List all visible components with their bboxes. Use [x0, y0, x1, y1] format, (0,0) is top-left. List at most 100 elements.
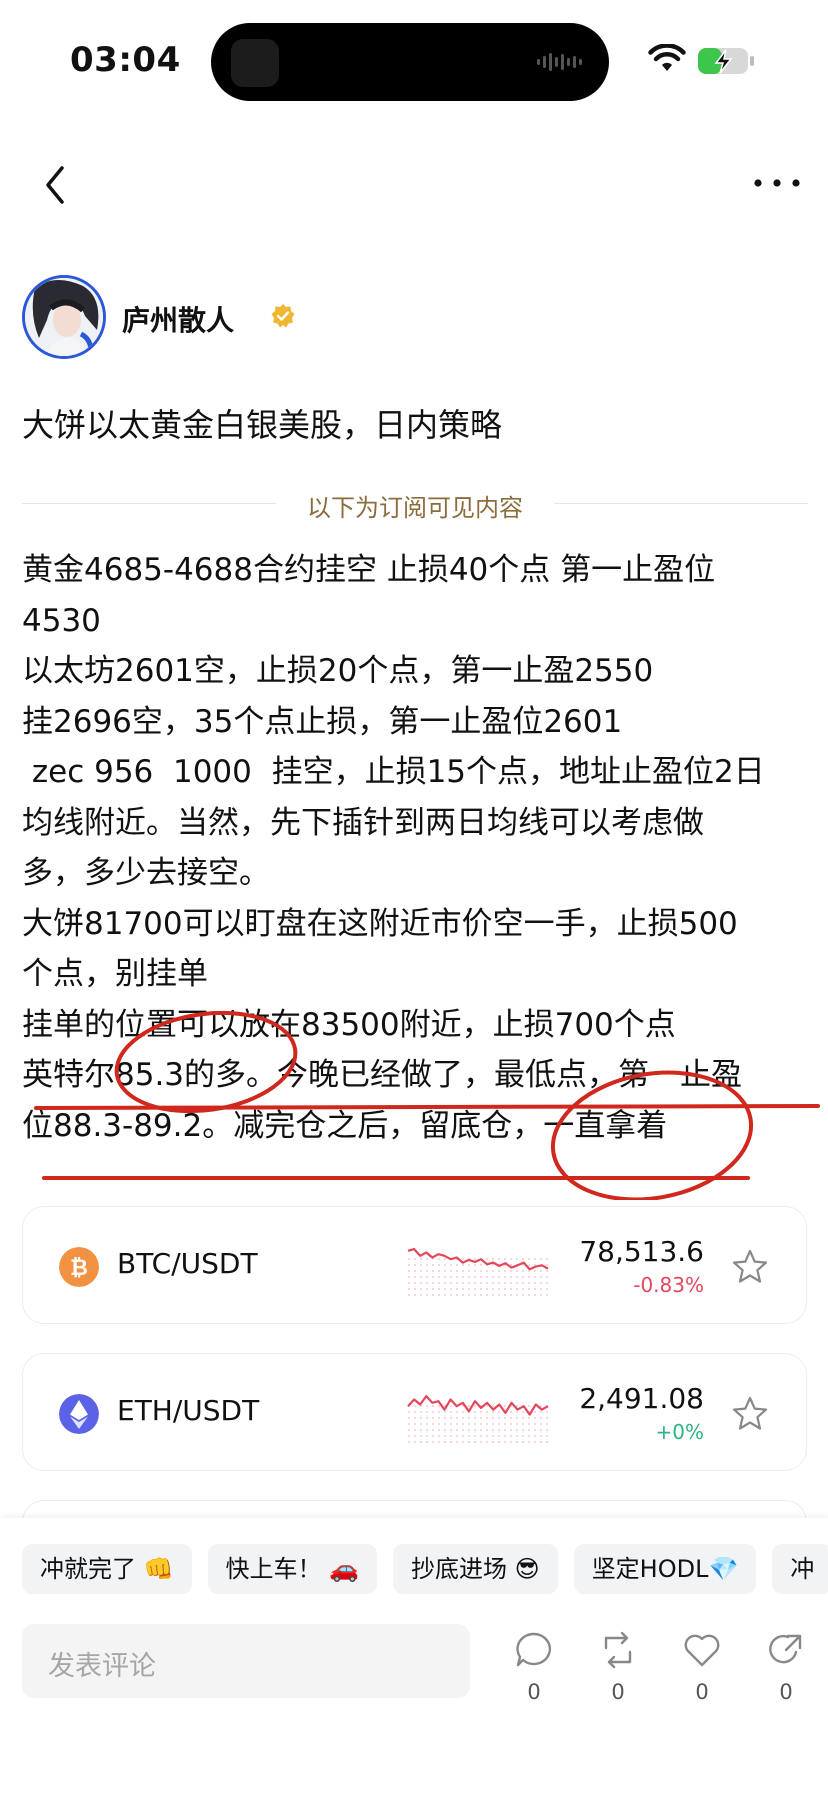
sparkline-dot: [510, 1441, 512, 1443]
sparkline-dot: [480, 1264, 482, 1266]
sparkline-dot: [468, 1441, 470, 1443]
sparkline-dot: [546, 1264, 548, 1266]
sparkline-dot: [522, 1441, 524, 1443]
sparkline-dot: [522, 1258, 524, 1260]
sparkline-dot: [474, 1294, 476, 1296]
sparkline-dot: [474, 1423, 476, 1425]
sparkline-dot: [438, 1417, 440, 1419]
quick-reply-chip[interactable]: 冲: [772, 1544, 828, 1594]
sparkline-dot: [468, 1282, 470, 1284]
sparkline-dot: [408, 1288, 410, 1290]
author-name[interactable]: 庐州散人: [122, 299, 234, 339]
dynamic-island: [211, 23, 609, 101]
sparkline-dot: [438, 1258, 440, 1260]
sparkline-dot: [498, 1429, 500, 1431]
sparkline-dot: [444, 1258, 446, 1260]
more-options-icon[interactable]: [752, 168, 802, 198]
sparkline-path: [407, 1395, 549, 1416]
sparkline-dot: [456, 1276, 458, 1278]
sparkline-dot: [510, 1276, 512, 1278]
sparkline-dot: [456, 1441, 458, 1443]
sparkline-dot: [486, 1276, 488, 1278]
sparkline-dot: [516, 1288, 518, 1290]
sparkline-dot: [504, 1282, 506, 1284]
sparkline-dot: [534, 1435, 536, 1437]
ticker-card-btc[interactable]: ₿ BTC/USDT 78,513.6 -0.83%: [22, 1206, 807, 1324]
avatar[interactable]: [22, 275, 106, 359]
sparkline-dot: [510, 1270, 512, 1272]
sparkline-dot: [492, 1429, 494, 1431]
bottom-bar: 冲就完了 👊 快上车！ 🚗 抄底进场 😎 坚定HODL💎 冲 发表评论 0 0 0 0: [0, 1518, 828, 1798]
ethereum-icon: [59, 1394, 99, 1434]
sparkline-dot: [522, 1270, 524, 1272]
quick-reply-chip[interactable]: 冲就完了 👊: [22, 1544, 192, 1594]
sparkline-dot: [414, 1294, 416, 1296]
author-row[interactable]: 庐州散人: [22, 275, 522, 361]
bitcoin-icon: ₿: [59, 1247, 99, 1287]
sparkline-dot: [480, 1417, 482, 1419]
comment-input[interactable]: 发表评论: [22, 1624, 470, 1698]
sparkline-dot: [540, 1282, 542, 1284]
quick-reply-chip[interactable]: 抄底进场 😎: [393, 1544, 558, 1594]
sparkline-dot: [408, 1429, 410, 1431]
sparkline-dot: [420, 1276, 422, 1278]
sparkline-dot: [504, 1258, 506, 1260]
sparkline-dot: [408, 1258, 410, 1260]
sparkline-dot: [474, 1264, 476, 1266]
repost-count: 0: [611, 1680, 625, 1704]
sparkline-dot: [420, 1423, 422, 1425]
sparkline-dot: [474, 1417, 476, 1419]
sparkline-dot: [426, 1288, 428, 1290]
sparkline-dot: [426, 1264, 428, 1266]
sparkline-dot: [510, 1429, 512, 1431]
sparkline-dot: [534, 1411, 536, 1413]
body-line: 多，多少去接空。: [22, 855, 270, 891]
sparkline-dot: [432, 1417, 434, 1419]
sparkline-dot: [498, 1270, 500, 1272]
comment-button[interactable]: 0: [504, 1630, 564, 1720]
sparkline-dot: [474, 1429, 476, 1431]
sparkline-dot: [426, 1417, 428, 1419]
repost-icon: [604, 1631, 632, 1669]
sparkline-dot: [462, 1441, 464, 1443]
sparkline-dot: [534, 1423, 536, 1425]
star-icon[interactable]: [730, 1247, 770, 1287]
sparkline-dot: [438, 1294, 440, 1296]
sparkline-dot: [540, 1405, 542, 1407]
sparkline-dot: [486, 1441, 488, 1443]
star-icon[interactable]: [730, 1394, 770, 1434]
sparkline-dot: [516, 1276, 518, 1278]
sparkline-dot: [480, 1429, 482, 1431]
sparkline-dot: [408, 1435, 410, 1437]
sparkline-dot: [450, 1294, 452, 1296]
sparkline-dot: [456, 1282, 458, 1284]
sparkline-dot: [414, 1429, 416, 1431]
back-arrow-icon[interactable]: [36, 160, 76, 210]
sparkline-dot: [480, 1294, 482, 1296]
sparkline-dot: [486, 1282, 488, 1284]
share-button[interactable]: 0: [756, 1630, 816, 1720]
body-line: 个点，别挂单: [22, 956, 208, 992]
comment-count: 0: [527, 1680, 541, 1704]
sparkline-dot: [426, 1411, 428, 1413]
quick-reply-chip[interactable]: 坚定HODL💎: [573, 1544, 757, 1594]
sparkline-dot: [414, 1405, 416, 1407]
repost-button[interactable]: 0: [588, 1630, 648, 1720]
sparkline-dot: [534, 1258, 536, 1260]
sparkline-dot: [516, 1429, 518, 1431]
ticker-card-eth[interactable]: ETH/USDT 2,491.08 +0%: [22, 1353, 807, 1471]
sparkline-dot: [462, 1288, 464, 1290]
sparkline-dot: [468, 1270, 470, 1272]
sparkline-dot: [438, 1441, 440, 1443]
sparkline-dot: [504, 1417, 506, 1419]
sparkline-dot: [546, 1441, 548, 1443]
sparkline-dot: [528, 1417, 530, 1419]
body-line: 英特尔85.3的多。今晚已经做了，最低点，第一止盈: [22, 1057, 743, 1093]
sparkline-dot: [510, 1423, 512, 1425]
sparkline-dot: [516, 1270, 518, 1272]
sparkline-dot: [468, 1423, 470, 1425]
like-button[interactable]: 0: [672, 1630, 732, 1720]
quick-reply-chip[interactable]: 快上车！ 🚗: [207, 1544, 378, 1594]
sparkline-dot: [540, 1294, 542, 1296]
sparkline-dot: [504, 1441, 506, 1443]
